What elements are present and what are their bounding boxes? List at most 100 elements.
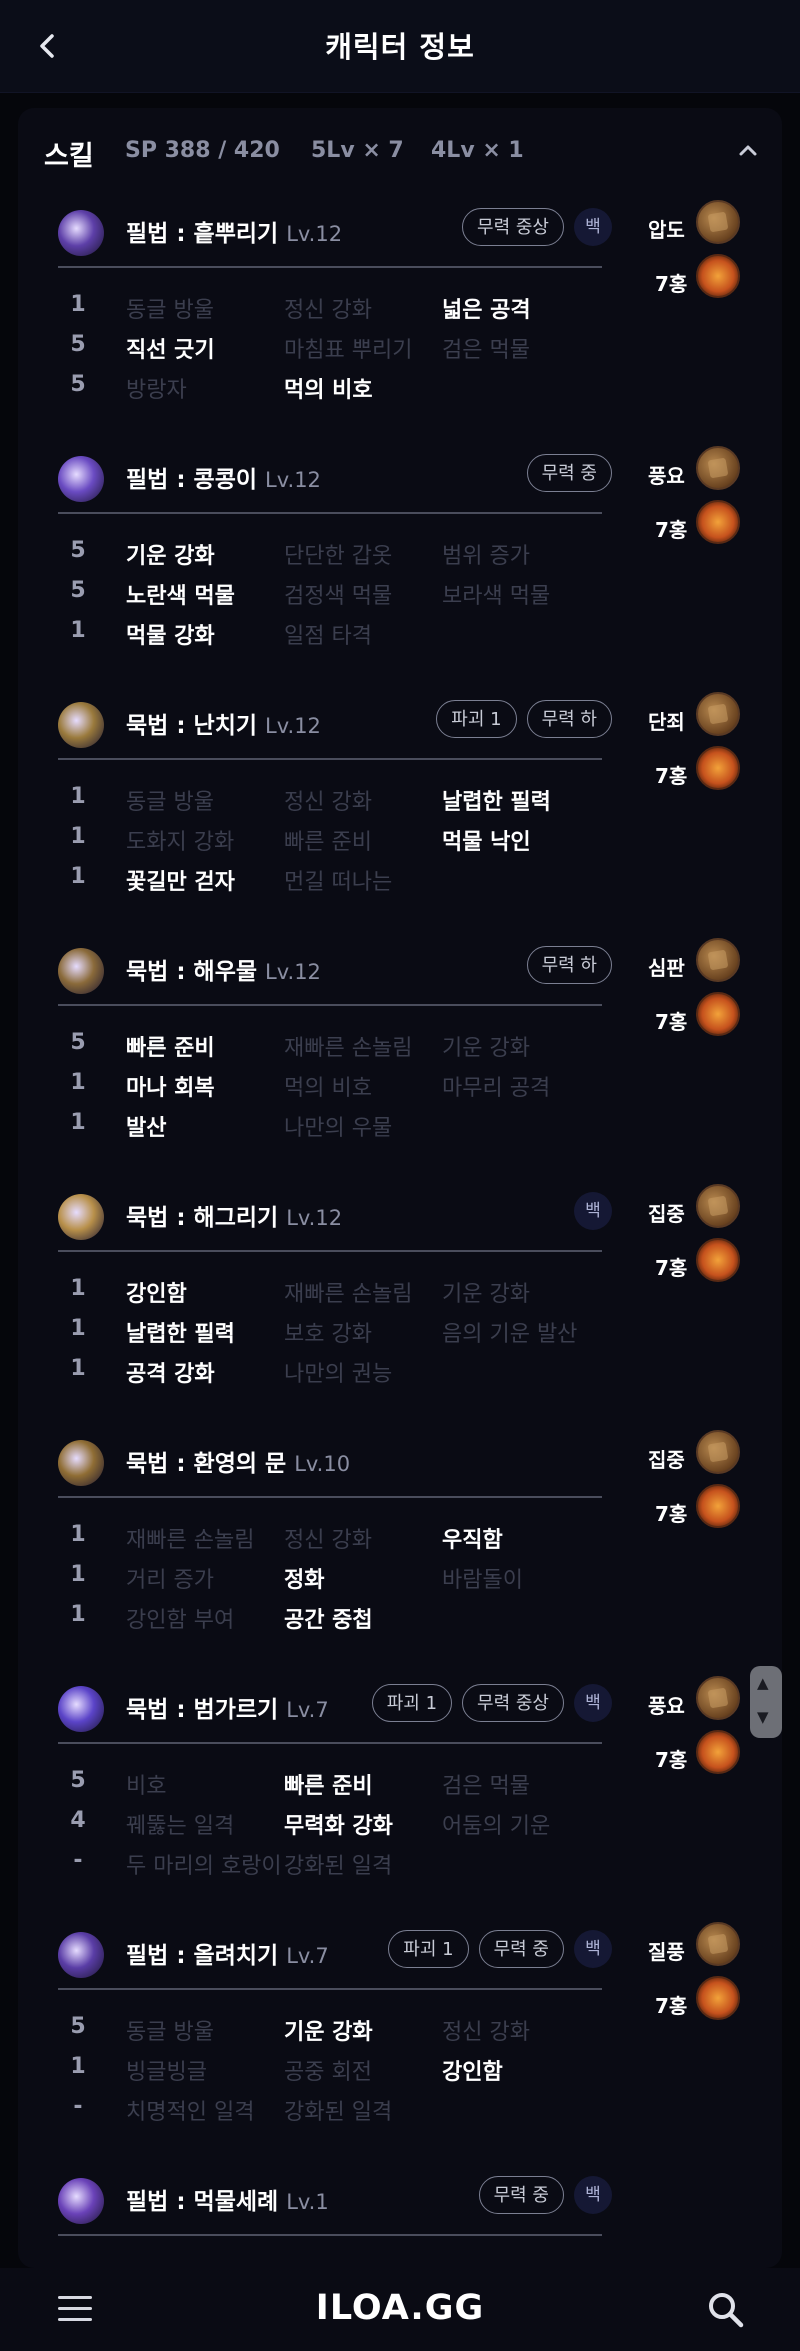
- tripod-option: 정신 강화: [442, 2020, 530, 2045]
- skill-name-text: 필법 : 흩뿌리기: [126, 221, 279, 247]
- skill-tag-badge: 무력 중: [478, 1930, 564, 1968]
- skill-tag-badge: 파괴 1: [436, 700, 517, 738]
- tripod-selected: 우직함: [442, 1528, 503, 1553]
- tripod-selected: 기운 강화: [284, 2020, 373, 2045]
- skill-tags: 백: [574, 1192, 612, 1230]
- tripod-row: 1 마나 회복 먹의 비호 마무리 공격: [58, 1064, 618, 1104]
- tripod-level: 1: [70, 1522, 86, 1547]
- tripod-option: 치명적인 일격: [126, 2100, 255, 2125]
- rune-icon: [696, 1922, 740, 1966]
- skill-name: 묵법 : 해그리기 Lv.12: [126, 1198, 342, 1232]
- gem-badge: 백: [574, 2176, 612, 2214]
- skill-entry[interactable]: 필법 : 흩뿌리기 Lv.12 무력 중상 백 1 동글 방울 정신 강화 넓은 공격 5 직선 …: [18, 192, 782, 422]
- tripod-selected: 발산: [126, 1116, 167, 1141]
- tripod-level: 1: [70, 2054, 86, 2079]
- tripod-row: 1 도화지 강화 빠른 준비 먹물 낙인: [58, 818, 618, 858]
- tripod-selected: 공격 강화: [126, 1362, 215, 1387]
- tripod-selected: 꽃길만 걷자: [126, 870, 235, 895]
- skill-level: Lv.7: [286, 1944, 329, 1968]
- skill-entry[interactable]: 필법 : 먹물세례 Lv.1 무력 중 백: [18, 2160, 782, 2268]
- tripod-selected: 빠른 준비: [284, 1774, 373, 1799]
- skill-level: Lv.12: [286, 1206, 343, 1230]
- scroll-updown-control[interactable]: ▲ ▼: [750, 1666, 782, 1738]
- tripod-row: 1 공격 강화 나만의 권능: [58, 1350, 618, 1390]
- skill-icon: [58, 2178, 104, 2224]
- skill-points: SP 388 / 420: [125, 138, 280, 163]
- skill-entry[interactable]: 묵법 : 범가르기 Lv.7 파괴 1 무력 중상 백 5 비호 빠른 준비 검은 먹물 4 꿰뚫는…: [18, 1668, 782, 1898]
- tripod-option: 먼길 떠나는: [284, 870, 393, 895]
- tripod-selected: 넓은 공격: [442, 298, 531, 323]
- skill-level: Lv.12: [265, 960, 321, 984]
- tripod-option: 마침표 뿌리기: [284, 338, 413, 363]
- divider: [58, 1988, 602, 1990]
- tripod-option: 동글 방울: [126, 298, 214, 323]
- app-header: 캐릭터 정보: [0, 0, 800, 93]
- divider: [58, 512, 602, 514]
- gem-label: 7홍: [655, 1502, 688, 1526]
- tripod-row: 5 노란색 먹물 검정색 먹물 보라색 먹물: [58, 572, 618, 612]
- tripod-option: 비호: [126, 1774, 167, 1799]
- site-logo[interactable]: ILOA.GG: [0, 2288, 800, 2328]
- skill-name: 필법 : 콩콩이 Lv.12: [126, 460, 321, 494]
- rune-name: 풍요: [648, 464, 685, 488]
- tripod-option: 범위 증가: [442, 544, 530, 569]
- tripod-row: 1 동글 방울 정신 강화 날렵한 필력: [58, 778, 618, 818]
- tripod-level: 5: [70, 2014, 86, 2039]
- tripod-option: 공중 회전: [284, 2060, 372, 2085]
- gem-label: 7홍: [655, 1748, 688, 1772]
- skill-tags: 무력 중: [526, 454, 612, 492]
- tripod-row: 5 빠른 준비 재빠른 손놀림 기운 강화: [58, 1024, 618, 1064]
- tripod-level: 1: [70, 1602, 86, 1627]
- skill-entry[interactable]: 필법 : 콩콩이 Lv.12 무력 중 5 기운 강화 단단한 갑옷 범위 증가 5 노란색 먹…: [18, 438, 782, 668]
- skill-tag-badge: 무력 중: [526, 454, 612, 492]
- divider: [58, 1250, 602, 1252]
- tripod-option: 음의 기운 발산: [442, 1322, 578, 1347]
- skill-entry[interactable]: 묵법 : 해그리기 Lv.12 백 1 강인함 재빠른 손놀림 기운 강화 1 날렵한 필력 보호…: [18, 1176, 782, 1406]
- gem-label: 7홍: [655, 518, 688, 542]
- rune-name: 단죄: [648, 710, 685, 734]
- scroll-up-icon[interactable]: ▲: [757, 1674, 769, 1692]
- tripod-option: 두 마리의 호랑이: [126, 1854, 282, 1879]
- tripod-level: 5: [70, 578, 86, 603]
- skill-entry[interactable]: 묵법 : 난치기 Lv.12 파괴 1 무력 하 1 동글 방울 정신 강화 날렵한 필력 1 도…: [18, 684, 782, 914]
- tripod-selected: 기운 강화: [126, 544, 215, 569]
- tripod-selected: 무력화 강화: [284, 1814, 393, 1839]
- divider: [58, 266, 602, 268]
- tripod-row: 1 재빠른 손놀림 정신 강화 우직함: [58, 1516, 618, 1556]
- scroll-down-icon[interactable]: ▼: [757, 1708, 769, 1726]
- tripod-option: 강화된 일격: [284, 2100, 393, 2125]
- tripod-option: 빠른 준비: [284, 830, 372, 855]
- chevron-up-icon[interactable]: [736, 138, 760, 162]
- skill-icon: [58, 702, 104, 748]
- tripod-row: 1 동글 방울 정신 강화 넓은 공격: [58, 286, 618, 326]
- tripod-option: 빙글빙글: [126, 2060, 207, 2085]
- tripod-option: 재빠른 손놀림: [284, 1282, 413, 1307]
- skill-tags: 파괴 1 무력 하: [436, 700, 612, 738]
- tripod-row: 5 비호 빠른 준비 검은 먹물: [58, 1762, 618, 1802]
- skill-level: Lv.12: [265, 714, 321, 738]
- skill-entry[interactable]: 묵법 : 해우물 Lv.12 무력 하 5 빠른 준비 재빠른 손놀림 기운 강화 1 마나 회…: [18, 930, 782, 1160]
- tripod-row: 5 동글 방울 기운 강화 정신 강화: [58, 2008, 618, 2048]
- skill-level: Lv.7: [286, 1698, 329, 1722]
- skill-entry[interactable]: 필법 : 올려치기 Lv.7 파괴 1 무력 중 백 5 동글 방울 기운 강화 정신 강화 1 빙…: [18, 1914, 782, 2144]
- skill-tags: 파괴 1 무력 중상 백: [371, 1684, 612, 1722]
- gem-icon: [696, 1730, 740, 1774]
- tripod-option: 기운 강화: [442, 1282, 530, 1307]
- tripod-selected: 날렵한 필력: [442, 790, 551, 815]
- skills-panel-header[interactable]: 스킬 SP 388 / 420 5Lv × 7 4Lv × 1: [18, 108, 782, 192]
- skill-entry[interactable]: 묵법 : 환영의 문 Lv.10 1 재빠른 손놀림 정신 강화 우직함 1 거리 증가 정화 바…: [18, 1422, 782, 1652]
- gem-icon: [696, 1238, 740, 1282]
- tripod-option: 거리 증가: [126, 1568, 214, 1593]
- divider: [58, 758, 602, 760]
- skill-tag-badge: 무력 중상: [462, 1684, 564, 1722]
- skills-panel-title: 스킬: [44, 141, 94, 172]
- tripod-option: 검은 먹물: [442, 1774, 530, 1799]
- gem-icon: [696, 1976, 740, 2020]
- skill-name: 묵법 : 환영의 문 Lv.10: [126, 1444, 350, 1478]
- search-icon[interactable]: [706, 2290, 746, 2330]
- tripod-option: 도화지 강화: [126, 830, 235, 855]
- tripod-selected: 먹의 비호: [284, 378, 373, 403]
- tripod-option: 검정색 먹물: [284, 584, 393, 609]
- tripod-option: 동글 방울: [126, 2020, 214, 2045]
- tripod-row: 1 꽃길만 걷자 먼길 떠나는: [58, 858, 618, 898]
